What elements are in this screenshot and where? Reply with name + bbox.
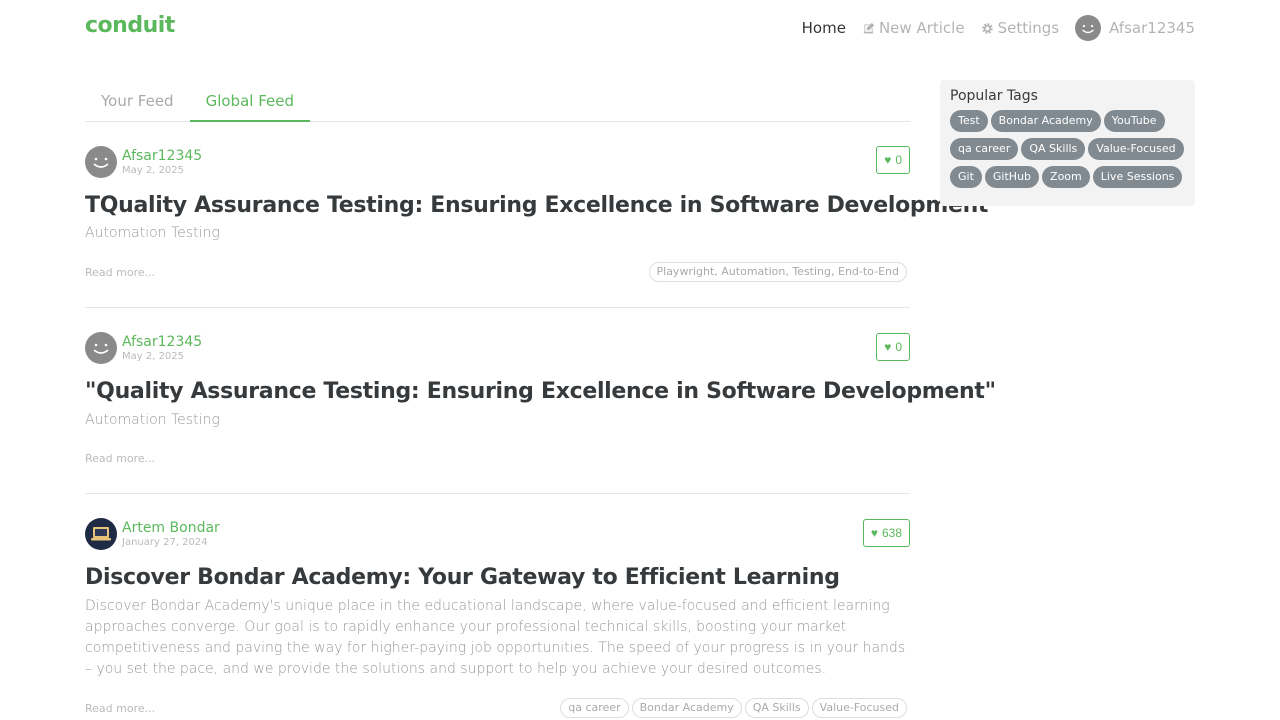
read-more-link[interactable]: Read more... xyxy=(85,452,155,465)
popular-tag[interactable]: Value-Focused xyxy=(1088,138,1184,160)
popular-tag[interactable]: Test xyxy=(950,110,988,132)
article-date: May 2, 2025 xyxy=(122,164,185,176)
article-date: May 2, 2025 xyxy=(122,350,185,362)
nav-username: Afsar12345 xyxy=(1109,19,1195,37)
article-meta: Afsar12345 May 2, 2025 xyxy=(85,332,202,364)
article-preview: Artem Bondar January 27, 2024 ♥ 638 Disc… xyxy=(85,518,910,720)
smiley-icon xyxy=(93,343,109,354)
smiley-icon xyxy=(93,157,109,168)
heart-icon: ♥ xyxy=(870,526,878,540)
article-description: Automation Testing xyxy=(85,225,220,241)
article-title[interactable]: "Quality Assurance Testing: Ensuring Exc… xyxy=(85,379,996,404)
author-avatar[interactable] xyxy=(85,332,117,364)
article-preview: Afsar12345 May 2, 2025 ♥ 0 "Quality Assu… xyxy=(85,332,996,494)
smiley-icon xyxy=(1082,24,1095,34)
nav-profile-link[interactable]: Afsar12345 xyxy=(1075,15,1195,41)
author-avatar[interactable] xyxy=(85,518,117,550)
favorite-count: 0 xyxy=(895,153,902,167)
favorite-button[interactable]: ♥ 638 xyxy=(862,519,910,547)
gear-icon xyxy=(981,22,993,34)
article-date: January 27, 2024 xyxy=(122,536,208,548)
read-more-link[interactable]: Read more... xyxy=(85,266,155,279)
heart-icon: ♥ xyxy=(884,340,892,354)
nav-links: Home New Article Settings Afsar12345 xyxy=(802,0,1195,56)
article-description: Automation Testing xyxy=(85,412,220,428)
sidebar-title: Popular Tags xyxy=(950,88,1038,104)
brand-logo[interactable]: conduit xyxy=(85,13,175,38)
nav-home-label: Home xyxy=(801,19,846,37)
user-avatar xyxy=(1075,15,1102,41)
author-name[interactable]: Afsar12345 xyxy=(122,148,202,165)
tag-cloud: Test Bondar Academy YouTube qa career QA… xyxy=(950,110,1185,188)
article-preview: Afsar12345 May 2, 2025 ♥ 0 TQuality Assu… xyxy=(85,146,988,308)
tab-your-feed[interactable]: Your Feed xyxy=(85,80,190,122)
popular-tag[interactable]: Zoom xyxy=(1042,166,1090,188)
author-name[interactable]: Artem Bondar xyxy=(122,520,220,537)
popular-tag[interactable]: qa career xyxy=(950,138,1019,160)
article-description: Discover Bondar Academy's unique place i… xyxy=(85,598,906,677)
popular-tag[interactable]: GitHub xyxy=(984,166,1040,188)
article-tag[interactable]: qa career xyxy=(560,698,629,718)
popular-tag[interactable]: Bondar Academy xyxy=(990,110,1101,132)
edit-icon xyxy=(863,22,875,33)
nav-new-article-label: New Article xyxy=(878,19,965,37)
nav-settings-link[interactable]: Settings xyxy=(981,19,1060,37)
favorite-button[interactable]: ♥ 0 xyxy=(876,146,910,174)
article-meta: Afsar12345 May 2, 2025 xyxy=(85,146,202,178)
article-tag-list: Playwright, Automation, Testing, End-to-… xyxy=(648,262,907,282)
article-tag[interactable]: Value-Focused xyxy=(811,698,907,718)
article-title[interactable]: Discover Bondar Academy: Your Gateway to… xyxy=(85,565,840,590)
article-tag-list: qa career Bondar Academy QA Skills Value… xyxy=(560,698,907,718)
article-title[interactable]: TQuality Assurance Testing: Ensuring Exc… xyxy=(85,193,988,218)
popular-tags-sidebar: Popular Tags Test Bondar Academy YouTube… xyxy=(940,80,1195,206)
navbar: conduit Home New Article Settings Afsar1… xyxy=(0,0,1280,56)
read-more-link[interactable]: Read more... xyxy=(85,702,155,715)
author-avatar[interactable] xyxy=(85,146,117,178)
author-name[interactable]: Afsar12345 xyxy=(122,334,202,351)
popular-tag[interactable]: YouTube xyxy=(1103,110,1165,132)
tab-global-feed[interactable]: Global Feed xyxy=(189,80,310,122)
popular-tag[interactable]: Live Sessions xyxy=(1092,166,1183,188)
article-meta: Artem Bondar January 27, 2024 xyxy=(85,518,220,550)
favorite-count: 638 xyxy=(881,526,902,540)
popular-tag[interactable]: Git xyxy=(950,166,982,188)
laptop-icon xyxy=(91,527,111,541)
favorite-button[interactable]: ♥ 0 xyxy=(876,333,910,361)
article-tag[interactable]: QA Skills xyxy=(744,698,809,718)
popular-tag[interactable]: QA Skills xyxy=(1021,138,1086,160)
article-tag[interactable]: Playwright, Automation, Testing, End-to-… xyxy=(648,262,907,282)
favorite-count: 0 xyxy=(895,340,902,354)
heart-icon: ♥ xyxy=(884,153,892,167)
nav-new-article-link[interactable]: New Article xyxy=(862,19,965,37)
article-tag[interactable]: Bondar Academy xyxy=(631,698,742,718)
nav-home-link[interactable]: Home xyxy=(802,19,846,37)
nav-settings-label: Settings xyxy=(997,19,1060,37)
feed-toggle: Your Feed Global Feed xyxy=(85,80,910,122)
